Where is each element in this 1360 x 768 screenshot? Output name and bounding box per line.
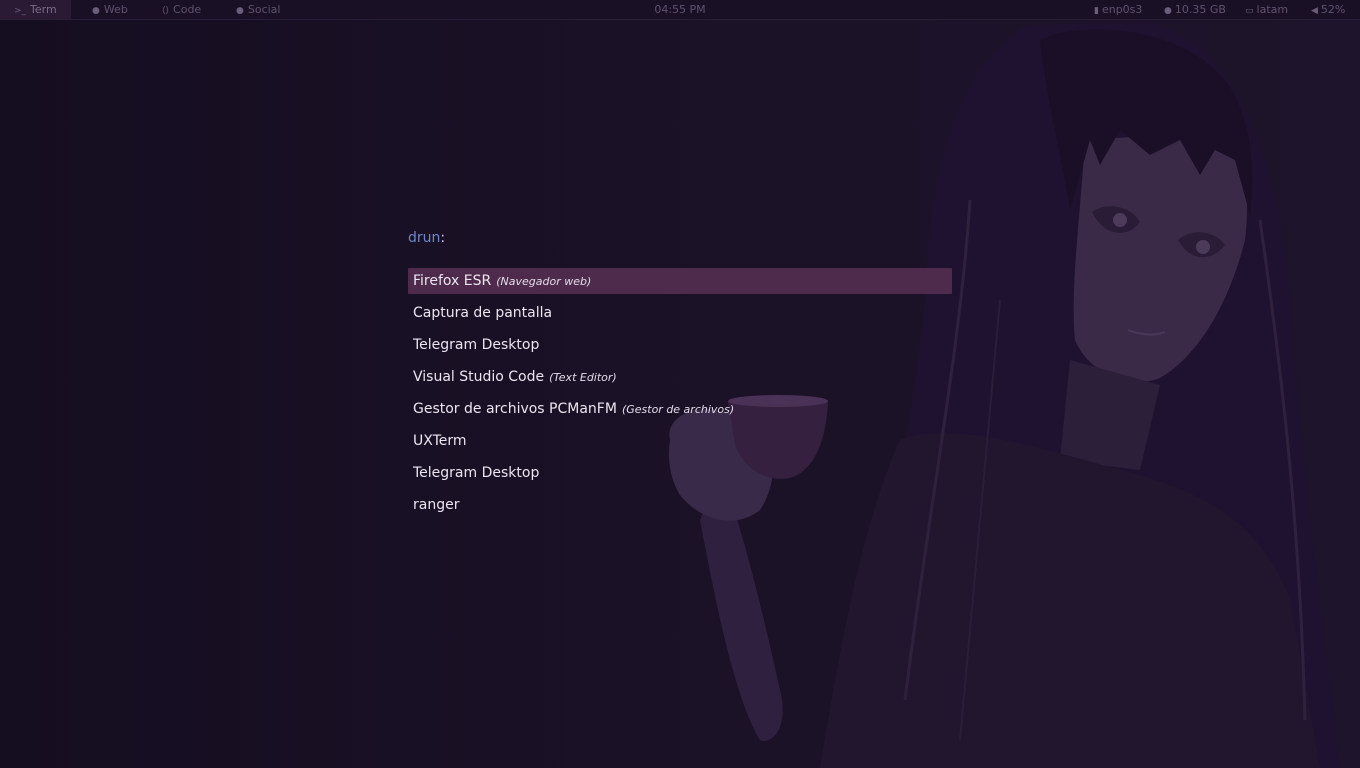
keyboard-icon: ▭ bbox=[1245, 6, 1254, 16]
workspace-term[interactable]: >_ Term bbox=[0, 0, 71, 19]
workspace-label: Code bbox=[173, 3, 202, 16]
launcher-prompt[interactable]: drun: bbox=[408, 226, 952, 250]
workspace-web[interactable]: ● Web bbox=[78, 0, 142, 19]
chat-icon: ● bbox=[236, 6, 244, 16]
launcher-entry-pcmanfm[interactable]: Gestor de archivos PCManFM (Gestor de arc… bbox=[408, 396, 952, 422]
launcher-entry-captura-de-pantalla[interactable]: Captura de pantalla bbox=[408, 300, 952, 326]
prompt-separator: : bbox=[440, 230, 446, 246]
memory-icon: ● bbox=[1164, 6, 1172, 16]
memory-label: 10.35 GB bbox=[1174, 3, 1226, 16]
launcher-entry-uxterm[interactable]: UXTerm bbox=[408, 428, 952, 454]
launcher-entry-list: Firefox ESR (Navegador web) Captura de pa… bbox=[408, 268, 952, 518]
entry-name: Visual Studio Code bbox=[413, 369, 545, 385]
memory-status: ● 10.35 GB bbox=[1164, 0, 1226, 19]
network-label: enp0s3 bbox=[1101, 3, 1143, 16]
launcher-entry-firefox-esr[interactable]: Firefox ESR (Navegador web) bbox=[408, 268, 952, 294]
launcher-entry-ranger[interactable]: ranger bbox=[408, 492, 952, 518]
volume-status[interactable]: ◀ 52% bbox=[1311, 0, 1345, 19]
workspace-social[interactable]: ● Social bbox=[222, 0, 294, 19]
entry-name: ranger bbox=[413, 497, 460, 513]
firefox-icon: ● bbox=[92, 6, 100, 16]
entry-name: UXTerm bbox=[413, 433, 467, 449]
terminal-icon: >_ bbox=[14, 6, 27, 16]
workspace-label: Social bbox=[247, 3, 281, 16]
entry-generic-name: (Navegador web) bbox=[496, 275, 592, 288]
entry-name: Telegram Desktop bbox=[413, 337, 540, 353]
desktop: >_ Term ● Web ⟨⟩ Code ● Social 04:55 PM ▮ enp… bbox=[0, 0, 1360, 768]
network-icon: ▮ bbox=[1094, 6, 1099, 16]
entry-generic-name: (Text Editor) bbox=[549, 371, 617, 384]
keyboard-label: latam bbox=[1256, 3, 1289, 16]
workspace-label: Term bbox=[30, 3, 57, 16]
workspace-code[interactable]: ⟨⟩ Code bbox=[148, 0, 215, 19]
workspace-label: Web bbox=[103, 3, 128, 16]
top-bar: >_ Term ● Web ⟨⟩ Code ● Social 04:55 PM ▮ enp… bbox=[0, 0, 1360, 20]
launcher-entry-telegram-desktop-2[interactable]: Telegram Desktop bbox=[408, 460, 952, 486]
entry-name: Captura de pantalla bbox=[413, 305, 553, 321]
network-status: ▮ enp0s3 bbox=[1094, 0, 1142, 19]
entry-generic-name: (Gestor de archivos) bbox=[621, 403, 735, 416]
launcher-entry-visual-studio-code[interactable]: Visual Studio Code (Text Editor) bbox=[408, 364, 952, 390]
launcher-entry-telegram-desktop[interactable]: Telegram Desktop bbox=[408, 332, 952, 358]
clock: 04:55 PM bbox=[654, 3, 706, 16]
app-launcher: drun: Firefox ESR (Navegador web) Captura… bbox=[408, 226, 952, 524]
prompt-mode: drun bbox=[408, 230, 441, 246]
entry-name: Gestor de archivos PCManFM bbox=[413, 401, 617, 417]
entry-name: Telegram Desktop bbox=[413, 465, 540, 481]
volume-icon: ◀ bbox=[1311, 6, 1318, 16]
vscode-icon: ⟨⟩ bbox=[162, 6, 170, 16]
volume-label: 52% bbox=[1320, 3, 1346, 16]
keyboard-status: ▭ latam bbox=[1245, 0, 1288, 19]
entry-name: Firefox ESR bbox=[413, 273, 492, 289]
